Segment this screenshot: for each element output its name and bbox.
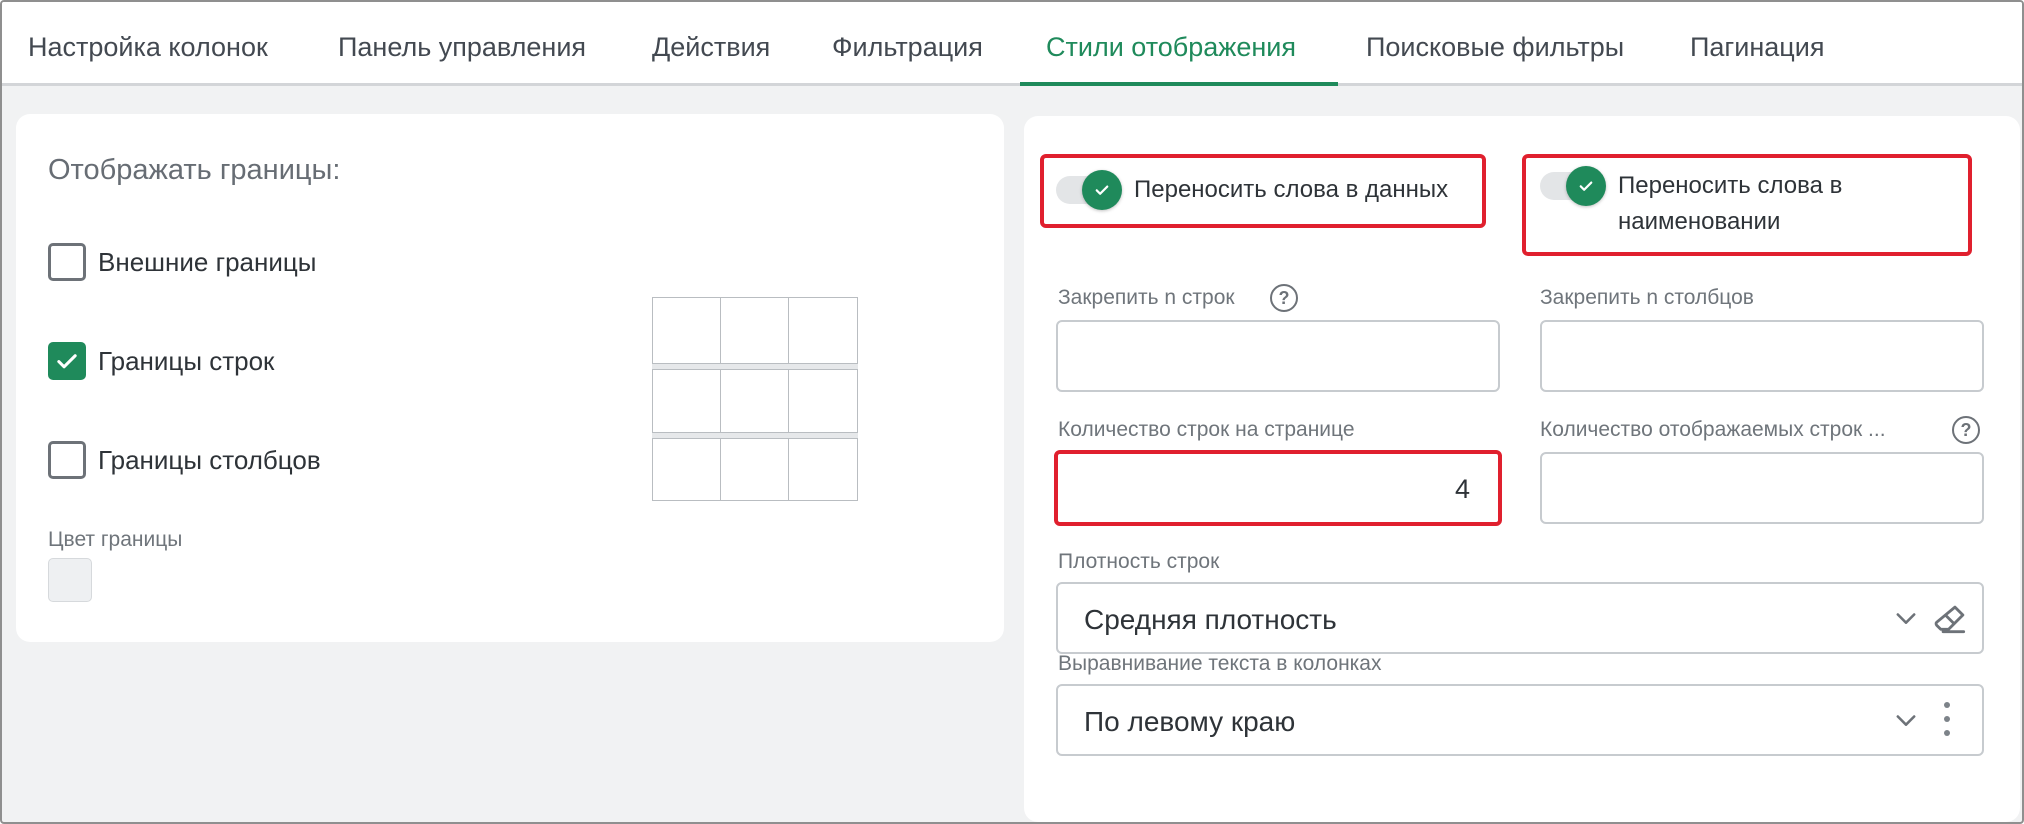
align-value: По левому краю (1084, 706, 1296, 737)
tab-bar: Настройка колонок Панель управления Дейс… (2, 2, 2022, 86)
row-borders-checkbox[interactable] (48, 342, 86, 380)
wrap-data-label: Переносить слова в данных (1134, 176, 1449, 203)
align-select[interactable]: По левому краю (1056, 684, 1984, 756)
help-icon[interactable]: ? (1270, 284, 1298, 312)
border-color-picker[interactable] (48, 558, 92, 602)
rows-per-page-label: Количество строк на странице (1058, 418, 1355, 441)
column-borders-checkbox[interactable] (48, 441, 86, 479)
tab-display-styles[interactable]: Стили отображения (1046, 2, 1296, 86)
wrap-header-toggle[interactable] (1540, 166, 1606, 206)
help-icon[interactable]: ? (1952, 416, 1980, 444)
check-icon (1579, 181, 1593, 191)
border-preview-grid (652, 297, 858, 501)
column-borders-label: Границы столбцов (98, 444, 321, 475)
tab-pagination[interactable]: Пагинация (1690, 2, 1824, 86)
tab-search-filters[interactable]: Поисковые фильтры (1366, 2, 1624, 86)
tab-control-panel[interactable]: Панель управления (338, 2, 586, 86)
density-value: Средняя плотность (1084, 604, 1337, 635)
outer-borders-label: Внешние границы (98, 246, 317, 277)
freeze-rows-input[interactable] (1056, 320, 1500, 392)
rows-per-page-input[interactable]: 4 (1054, 450, 1502, 526)
wrap-data-toggle[interactable] (1056, 170, 1122, 210)
more-options-icon[interactable] (1942, 702, 1952, 742)
tab-filtering[interactable]: Фильтрация (832, 2, 983, 86)
freeze-cols-input[interactable] (1540, 320, 1984, 392)
visible-rows-input[interactable] (1540, 452, 1984, 524)
rows-per-page-value: 4 (1454, 474, 1470, 504)
table-settings-window: Настройка колонок Панель управления Дейс… (0, 0, 2024, 824)
chevron-down-icon[interactable] (1892, 706, 1920, 734)
eraser-icon[interactable] (1932, 600, 1970, 638)
wrap-header-label-line2: наименовании (1618, 208, 1781, 235)
tab-column-settings[interactable]: Настройка колонок (28, 2, 268, 86)
borders-panel: Отображать границы: Внешние границы Гран… (16, 114, 1004, 642)
tab-actions[interactable]: Действия (652, 2, 770, 86)
column-borders-option[interactable]: Границы столбцов (48, 440, 321, 480)
density-label: Плотность строк (1058, 550, 1220, 573)
align-label: Выравнивание текста в колонках (1058, 652, 1382, 675)
row-borders-label: Границы строк (98, 345, 275, 376)
active-tab-indicator (1020, 82, 1338, 86)
density-select[interactable]: Средняя плотность (1056, 582, 1984, 654)
outer-borders-option[interactable]: Внешние границы (48, 242, 316, 282)
freeze-cols-label: Закрепить n столбцов (1540, 286, 1754, 309)
borders-title: Отображать границы: (48, 154, 341, 186)
row-borders-option[interactable]: Границы строк (48, 341, 274, 381)
visible-rows-label: Количество отображаемых строк ... (1540, 418, 1886, 441)
border-color-label: Цвет границы (48, 528, 183, 551)
wrap-header-label-line1: Переносить слова в (1618, 172, 1843, 199)
display-settings-panel: Переносить слова в данных Переносить сло… (1024, 116, 2020, 822)
freeze-rows-label: Закрепить n строк (1058, 286, 1235, 309)
chevron-down-icon[interactable] (1892, 604, 1920, 632)
check-icon (1095, 185, 1109, 195)
check-icon (57, 354, 77, 369)
outer-borders-checkbox[interactable] (48, 243, 86, 281)
